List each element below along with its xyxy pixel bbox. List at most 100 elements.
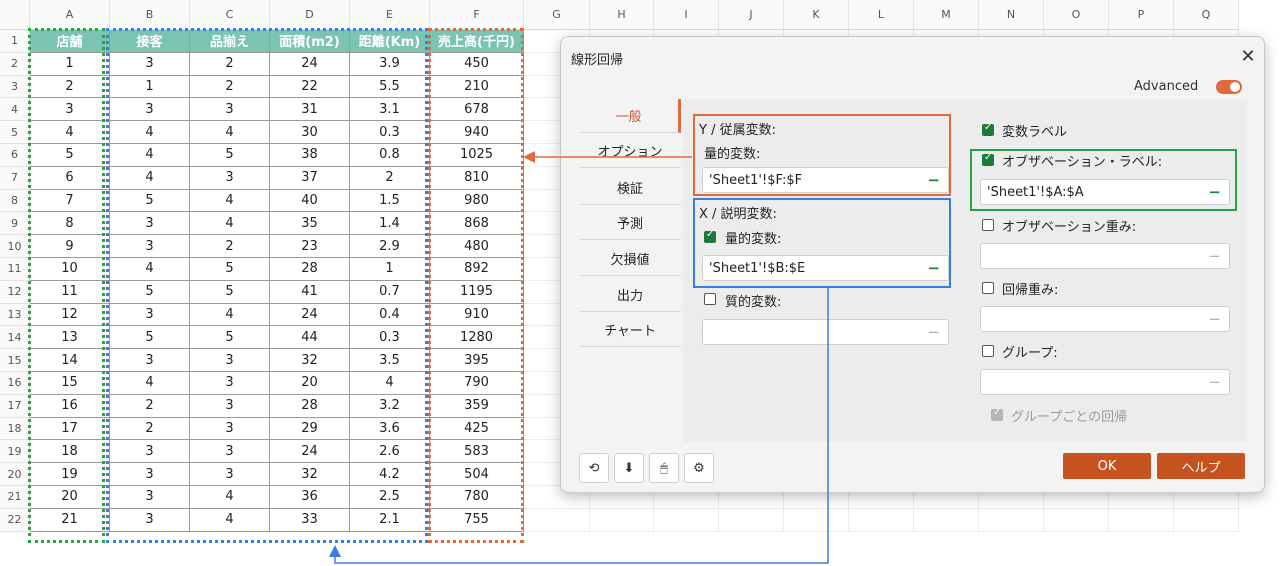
data-cell[interactable]: 3 [190,349,270,372]
data-cell[interactable]: 18 [30,440,110,464]
reset-icon[interactable]: ⟲ [579,453,609,483]
observation-labels-field[interactable]: 'Sheet1'!$A:$A − [980,179,1230,205]
tab-general[interactable]: 一般 [579,99,681,133]
row-header[interactable]: 21 [0,486,30,509]
data-cell[interactable]: 41 [270,280,350,304]
data-cell[interactable]: 36 [270,486,350,509]
column-header[interactable]: D [270,0,350,30]
column-header[interactable]: P [1109,0,1174,30]
data-cell[interactable]: 3 [110,486,190,509]
data-cell[interactable]: 2.9 [350,235,430,258]
data-cell[interactable]: 30 [270,121,350,144]
data-cell[interactable]: 44 [270,326,350,350]
data-cell[interactable]: 5.5 [350,75,430,99]
data-cell[interactable]: 17 [30,417,110,441]
row-header[interactable]: 20 [0,463,30,486]
data-cell[interactable]: 210 [430,75,524,99]
data-cell[interactable]: 3 [190,98,270,122]
data-cell[interactable]: 9 [30,235,110,258]
row-header[interactable]: 12 [0,280,30,304]
data-cell[interactable]: 0.3 [350,326,430,350]
data-cell[interactable]: 892 [430,258,524,281]
empty-cell[interactable] [1174,508,1239,532]
data-cell[interactable]: 3.2 [350,394,430,418]
data-cell[interactable]: 6 [30,166,110,190]
column-header[interactable]: F [430,0,524,30]
data-cell[interactable]: 395 [430,349,524,372]
empty-cell[interactable] [849,508,914,532]
row-header[interactable]: 4 [0,98,30,122]
tab-missing-values[interactable]: 欠損値 [579,242,681,276]
column-header[interactable]: M [914,0,979,30]
data-cell[interactable]: 4 [110,121,190,144]
data-cell[interactable]: 13 [30,326,110,350]
data-cell[interactable]: 0.4 [350,303,430,327]
data-cell[interactable]: 4 [350,372,430,395]
data-cell[interactable]: 3 [190,394,270,418]
data-cell[interactable]: 38 [270,144,350,167]
download-icon[interactable]: ⬇ [614,453,644,483]
group-checkbox[interactable] [982,345,994,357]
remove-icon[interactable]: − [1208,310,1221,328]
row-header[interactable]: 15 [0,349,30,372]
row-header[interactable]: 18 [0,417,30,441]
data-cell[interactable]: 1025 [430,144,524,167]
header-cell[interactable]: 距離(Km) [350,30,430,53]
column-header[interactable]: O [1044,0,1109,30]
data-cell[interactable]: 32 [270,349,350,372]
data-cell[interactable]: 5 [190,144,270,167]
tab-prediction[interactable]: 予測 [579,206,681,240]
data-cell[interactable]: 3 [110,508,190,532]
tab-output[interactable]: 出力 [579,278,681,312]
data-cell[interactable]: 868 [430,212,524,236]
row-header[interactable]: 2 [0,52,30,76]
header-cell[interactable]: 面積(m2) [270,30,350,53]
data-cell[interactable]: 24 [270,52,350,76]
data-cell[interactable]: 1.4 [350,212,430,236]
data-cell[interactable]: 1195 [430,280,524,304]
data-cell[interactable]: 19 [30,463,110,486]
data-cell[interactable]: 980 [430,189,524,213]
data-cell[interactable]: 4 [190,508,270,532]
column-header[interactable]: E [350,0,430,30]
data-cell[interactable]: 4 [110,372,190,395]
data-cell[interactable]: 3.5 [350,349,430,372]
help-button[interactable]: ヘルプ [1157,453,1245,479]
row-header[interactable]: 5 [0,121,30,144]
data-cell[interactable]: 32 [270,463,350,486]
data-cell[interactable]: 40 [270,189,350,213]
observation-labels-checkbox[interactable] [982,152,994,166]
data-cell[interactable]: 450 [430,52,524,76]
row-header[interactable]: 13 [0,303,30,327]
data-cell[interactable]: 1 [110,75,190,99]
data-cell[interactable]: 5 [110,280,190,304]
data-cell[interactable]: 5 [190,326,270,350]
x-qual-checkbox[interactable] [704,293,716,305]
close-icon[interactable]: ✕ [1237,45,1259,67]
data-cell[interactable]: 8 [30,212,110,236]
data-cell[interactable]: 16 [30,394,110,418]
row-header[interactable]: 14 [0,326,30,350]
data-cell[interactable]: 3 [190,166,270,190]
ok-button[interactable]: OK [1063,453,1151,479]
data-cell[interactable]: 790 [430,372,524,395]
data-cell[interactable]: 24 [270,440,350,464]
data-cell[interactable]: 35 [270,212,350,236]
column-header[interactable]: B [110,0,190,30]
data-cell[interactable]: 5 [110,189,190,213]
data-cell[interactable]: 2.5 [350,486,430,509]
data-cell[interactable]: 37 [270,166,350,190]
x-quant-checkbox[interactable] [704,229,716,243]
row-header[interactable]: 16 [0,372,30,395]
advanced-toggle[interactable] [1216,80,1242,94]
data-cell[interactable]: 1.5 [350,189,430,213]
column-header[interactable]: N [979,0,1044,30]
empty-cell[interactable] [914,508,979,532]
data-cell[interactable]: 755 [430,508,524,532]
data-cell[interactable]: 2 [190,75,270,99]
mouse-icon[interactable]: 🖱 [649,453,679,483]
data-cell[interactable]: 2 [190,52,270,76]
tab-options[interactable]: オプション [579,134,681,168]
row-header[interactable]: 19 [0,440,30,464]
data-cell[interactable]: 940 [430,121,524,144]
